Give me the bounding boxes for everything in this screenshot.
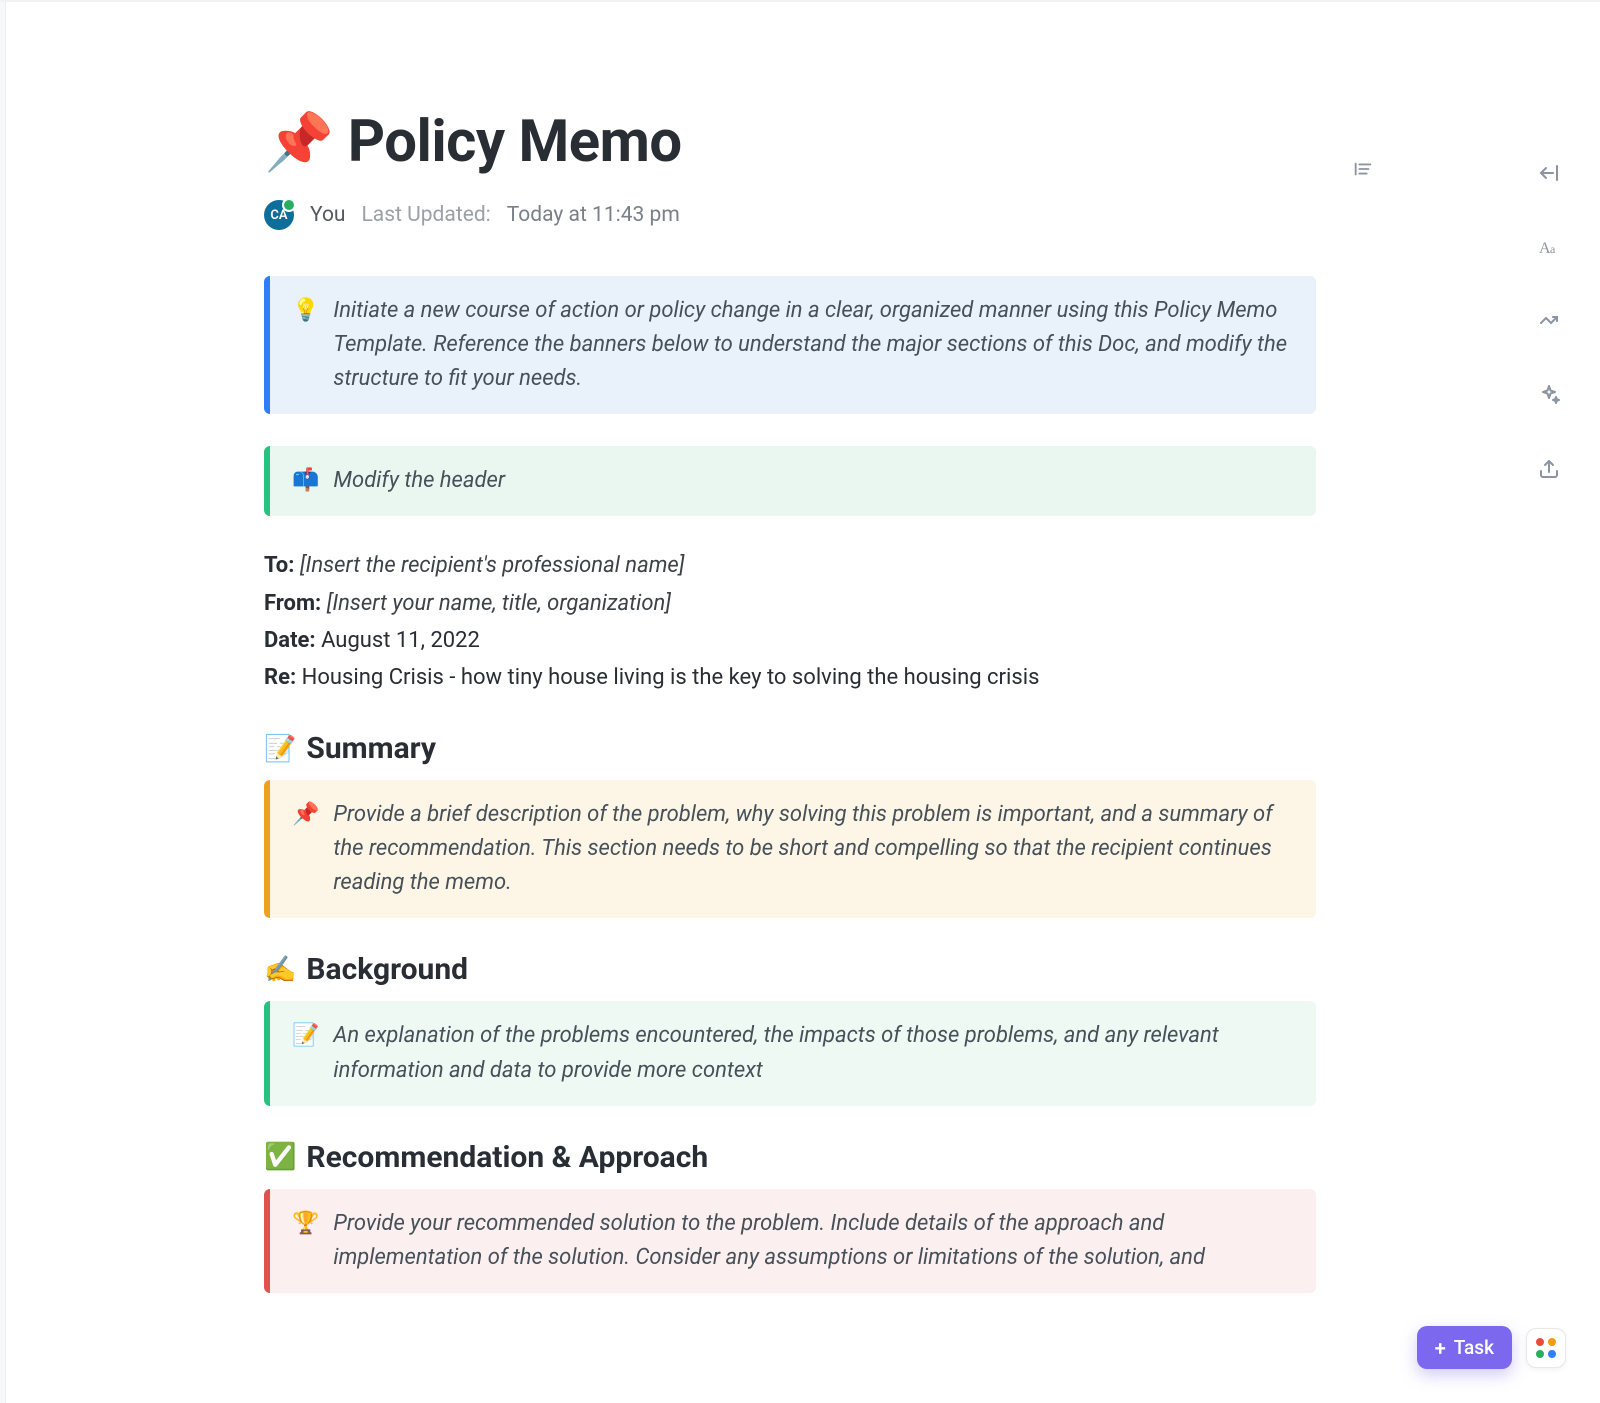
intro-banner[interactable]: 💡 Initiate a new course of action or pol… [264, 276, 1316, 414]
typography-button[interactable]: A a [1532, 230, 1566, 264]
date-label: Date: [264, 628, 316, 653]
heading-recommendation[interactable]: ✅ Recommendation & Approach [264, 1140, 1316, 1175]
new-task-button[interactable]: + Task [1417, 1326, 1512, 1369]
collapse-panel-button[interactable] [1532, 156, 1566, 190]
bottom-actions: + Task [1417, 1326, 1566, 1369]
heading-summary-text: Summary [306, 731, 436, 766]
trophy-icon: 🏆 [292, 1207, 319, 1275]
recommendation-banner[interactable]: 🏆 Provide your recommended solution to t… [264, 1189, 1316, 1293]
side-tool-rail: A a [1532, 156, 1566, 486]
from-label: From: [264, 591, 321, 616]
svg-text:a: a [1550, 242, 1556, 256]
new-task-label: Task [1454, 1336, 1494, 1359]
sparkle-button[interactable] [1532, 378, 1566, 412]
last-updated-value: Today at 11:43 pm [507, 203, 680, 227]
author-you-label: You [310, 203, 346, 227]
ai-tools-button[interactable] [1532, 304, 1566, 338]
page-title: Policy Memo [348, 108, 682, 176]
content-fade [264, 1313, 1316, 1403]
summary-banner[interactable]: 📌 Provide a brief description of the pro… [264, 780, 1316, 918]
heading-background-text: Background [306, 952, 468, 987]
plus-icon: + [1435, 1338, 1446, 1358]
meta-row: CA You Last Updated: Today at 11:43 pm [264, 200, 1316, 230]
document: 📌 Policy Memo CA You Last Updated: Today… [264, 108, 1316, 1325]
top-hairline [0, 0, 1600, 2]
heading-recommendation-text: Recommendation & Approach [306, 1140, 708, 1175]
intro-banner-text: Initiate a new course of action or polic… [333, 294, 1294, 396]
field-re: Re: Housing Crisis - how tiny house livi… [264, 660, 1316, 695]
modify-header-banner[interactable]: 📫 Modify the header [264, 446, 1316, 516]
to-value: [Insert the recipient's professional nam… [300, 553, 685, 578]
memo-icon: 📝 [292, 1019, 319, 1087]
heading-summary[interactable]: 📝 Summary [264, 731, 1316, 766]
heading-background[interactable]: ✍️ Background [264, 952, 1316, 987]
re-label: Re: [264, 665, 296, 690]
date-value: August 11, 2022 [321, 628, 480, 653]
check-icon: ✅ [264, 1142, 296, 1172]
left-gutter [0, 0, 6, 1403]
lightbulb-icon: 💡 [292, 294, 319, 396]
re-value: Housing Crisis - how tiny house living i… [302, 665, 1040, 690]
apps-button[interactable] [1526, 1328, 1566, 1368]
memo-icon: 📝 [264, 734, 296, 764]
title-emoji: 📌 [264, 114, 334, 170]
share-button[interactable] [1532, 452, 1566, 486]
avatar[interactable]: CA [264, 200, 294, 230]
background-banner[interactable]: 📝 An explanation of the problems encount… [264, 1001, 1316, 1105]
field-from: From: [Insert your name, title, organiza… [264, 586, 1316, 621]
field-to: To: [Insert the recipient's professional… [264, 548, 1316, 583]
from-value: [Insert your name, title, organization] [327, 591, 671, 616]
mailbox-icon: 📫 [292, 464, 319, 498]
background-banner-text: An explanation of the problems encounter… [333, 1019, 1294, 1087]
apps-grid-icon [1536, 1338, 1556, 1358]
field-date: Date: August 11, 2022 [264, 623, 1316, 658]
writing-hand-icon: ✍️ [264, 955, 296, 985]
modify-header-text: Modify the header [333, 464, 505, 498]
last-updated-label: Last Updated: [362, 203, 491, 227]
recommendation-banner-text: Provide your recommended solution to the… [333, 1207, 1294, 1275]
page-title-row[interactable]: 📌 Policy Memo [264, 108, 1316, 176]
pushpin-icon: 📌 [292, 798, 319, 900]
to-label: To: [264, 553, 294, 578]
summary-banner-text: Provide a brief description of the probl… [333, 798, 1294, 900]
line-spacing-button[interactable] [1348, 154, 1378, 184]
header-fields[interactable]: To: [Insert the recipient's professional… [264, 548, 1316, 695]
